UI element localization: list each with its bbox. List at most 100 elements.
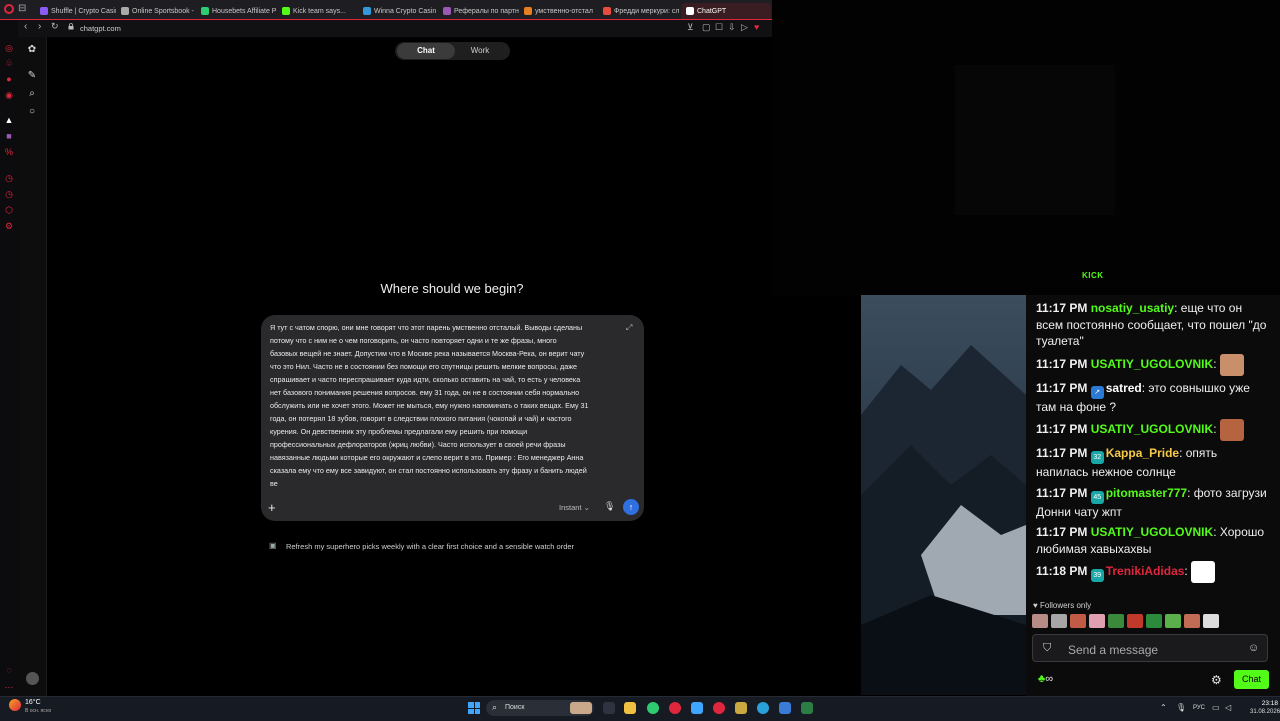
clock-time[interactable]: 23:18 <box>1250 700 1278 707</box>
emote[interactable] <box>1108 614 1124 628</box>
pin-icon[interactable]: ⊻ <box>687 22 694 33</box>
task-view-icon[interactable] <box>603 702 615 714</box>
chat-message-input[interactable] <box>1066 641 1230 659</box>
opera-whatsapp-icon[interactable]: ◉ <box>4 90 14 100</box>
emote[interactable] <box>1032 614 1048 628</box>
browser-tab[interactable]: Shuffle | Crypto Casin <box>40 3 116 19</box>
emote[interactable] <box>1184 614 1200 628</box>
snapshot-icon[interactable]: ▢ <box>702 22 711 33</box>
add-attachment-button[interactable]: + <box>268 500 276 515</box>
app-icon[interactable] <box>779 702 791 714</box>
browser-tab[interactable]: Online Sportsbook - <box>121 3 197 19</box>
browser-tab[interactable]: Рефералы по партне <box>443 3 519 19</box>
message-username[interactable]: USATIY_UGOLOVNIK <box>1091 525 1213 539</box>
opera-clock-icon[interactable]: ◷ <box>4 189 14 199</box>
shield-icon[interactable]: ⛉ <box>1043 642 1051 655</box>
profile-avatar[interactable] <box>26 672 39 685</box>
message-username[interactable]: USATIY_UGOLOVNIK <box>1091 422 1213 436</box>
download-icon[interactable]: ⇩ <box>728 22 736 33</box>
workspaces-icon[interactable]: ⊟ <box>18 3 26 14</box>
toggle-chat-button[interactable]: Chat <box>397 43 455 59</box>
emote[interactable] <box>1089 614 1105 628</box>
telegram-icon[interactable] <box>757 702 769 714</box>
emote[interactable] <box>1070 614 1086 628</box>
forward-icon[interactable]: › <box>38 21 41 32</box>
tray-mic-icon[interactable]: 🎙 <box>1176 703 1186 712</box>
chat-send-button[interactable]: Chat <box>1234 670 1269 689</box>
chats-icon[interactable]: ○ <box>26 106 38 118</box>
bookmark-icon[interactable]: ☐ <box>715 22 723 33</box>
browser-tab[interactable]: Фредди меркури: сл <box>603 3 679 19</box>
opera-player-icon[interactable]: ◌ <box>4 665 14 675</box>
emote[interactable] <box>1203 614 1219 628</box>
kicks-indicator[interactable]: ♣∞ <box>1038 673 1053 685</box>
chat-message[interactable]: 11:17 PM USATIY_UGOLOVNIK: <box>1036 353 1268 376</box>
site-info-icon[interactable] <box>68 23 74 30</box>
tray-chevron-icon[interactable]: ⌃ <box>1160 703 1167 712</box>
new-chat-icon[interactable]: ✎ <box>26 70 38 82</box>
expand-icon[interactable]: ⤢ <box>626 323 632 333</box>
message-username[interactable]: Kappa_Pride <box>1106 446 1179 460</box>
model-select[interactable]: Instant ⌄ <box>559 503 590 512</box>
opera-more-icon[interactable]: ⋯ <box>4 682 14 692</box>
send-icon[interactable]: ▷ <box>741 22 748 33</box>
emoji-icon[interactable]: ☺ <box>1248 642 1259 654</box>
message-username[interactable]: USATIY_UGOLOVNIK <box>1091 357 1213 371</box>
prompt-textarea[interactable]: Я тут с чатом спорю, они мне говорят что… <box>270 321 620 493</box>
chat-settings-icon[interactable]: ⚙ <box>1211 673 1222 687</box>
app-icon[interactable] <box>801 702 813 714</box>
check-app-icon[interactable] <box>691 702 703 714</box>
chat-message[interactable]: 11:17 PM USATIY_UGOLOVNIK: <box>1036 419 1268 441</box>
message-username[interactable]: nosatiy_usatiy <box>1091 301 1174 315</box>
back-icon[interactable]: ‹ <box>24 21 27 32</box>
opera-home-icon[interactable]: ◎ <box>4 43 14 53</box>
browser-tab[interactable]: Housebets Affiliate P <box>201 3 277 19</box>
language-indicator[interactable]: РУС <box>1193 705 1205 711</box>
opera-telegram-icon[interactable]: ● <box>4 74 14 84</box>
chat-message[interactable]: 11:18 PM 39 TrenikiAdidas: <box>1036 561 1268 583</box>
clock-date[interactable]: 31.08.2026 <box>1250 709 1280 715</box>
chat-message[interactable]: 11:17 PM 45 pitomaster777: фото загрузи Д… <box>1036 485 1268 521</box>
opera-wallet-icon[interactable]: ⬡ <box>4 205 14 215</box>
file-explorer-icon[interactable] <box>624 702 636 714</box>
volume-icon[interactable]: ◁ <box>1225 703 1231 712</box>
message-username[interactable]: satred <box>1106 381 1142 395</box>
emote-strip[interactable] <box>1032 614 1272 630</box>
suggestion-item[interactable]: Refresh my superhero picks weekly with a… <box>286 542 574 551</box>
start-button[interactable] <box>468 702 480 714</box>
chat-message[interactable]: 11:17 PM nosatiy_usatiy: еще что он всем… <box>1036 300 1268 350</box>
opera-logo-icon[interactable] <box>4 4 14 14</box>
yandex-icon[interactable] <box>669 702 681 714</box>
emote[interactable] <box>1165 614 1181 628</box>
opera-taskbar-icon[interactable] <box>713 702 725 714</box>
heart-icon[interactable]: ♥ <box>754 22 759 32</box>
emote[interactable] <box>1051 614 1067 628</box>
network-icon[interactable]: ▭ <box>1212 703 1220 712</box>
chat-message[interactable]: 11:17 PM 32 Kappa_Pride: опять напилась н… <box>1036 445 1268 481</box>
toggle-work-button[interactable]: Work <box>455 43 505 59</box>
weather-icon[interactable] <box>9 699 21 711</box>
browser-tab[interactable]: ChatGPT <box>681 3 771 19</box>
chat-message[interactable]: 11:17 PM USATIY_UGOLOVNIK: Хорошо любима… <box>1036 524 1268 557</box>
chat-message[interactable]: 11:17 PM ↗ satred: это совнышко уже там н… <box>1036 380 1268 416</box>
emote[interactable] <box>1127 614 1143 628</box>
search-chats-icon[interactable]: ⌕ <box>26 88 38 100</box>
app-icon[interactable] <box>647 702 659 714</box>
weather-temp[interactable]: 16°C <box>25 699 41 706</box>
opera-history-icon[interactable]: ◷ <box>4 173 14 183</box>
send-button[interactable]: ↑ <box>623 499 639 515</box>
browser-tab[interactable]: Kick team says... <box>282 3 358 19</box>
url-field[interactable]: chatgpt.com <box>80 24 121 33</box>
opera-settings-icon[interactable]: ⚙ <box>4 221 14 231</box>
message-username[interactable]: TrenikiAdidas <box>1106 564 1185 578</box>
opera-flow-icon[interactable]: % <box>4 147 14 157</box>
browser-tab[interactable]: умственно-отстал <box>524 3 600 19</box>
app-icon[interactable] <box>735 702 747 714</box>
reload-icon[interactable]: ↻ <box>51 21 59 32</box>
message-username[interactable]: pitomaster777 <box>1106 486 1187 500</box>
opera-twitch-icon[interactable]: ■ <box>4 131 14 141</box>
browser-tab[interactable]: Winna Crypto Casin <box>363 3 439 19</box>
opera-messenger-icon[interactable]: ♧ <box>4 58 14 68</box>
emote[interactable] <box>1146 614 1162 628</box>
openai-logo-icon[interactable]: ✿ <box>26 44 38 56</box>
